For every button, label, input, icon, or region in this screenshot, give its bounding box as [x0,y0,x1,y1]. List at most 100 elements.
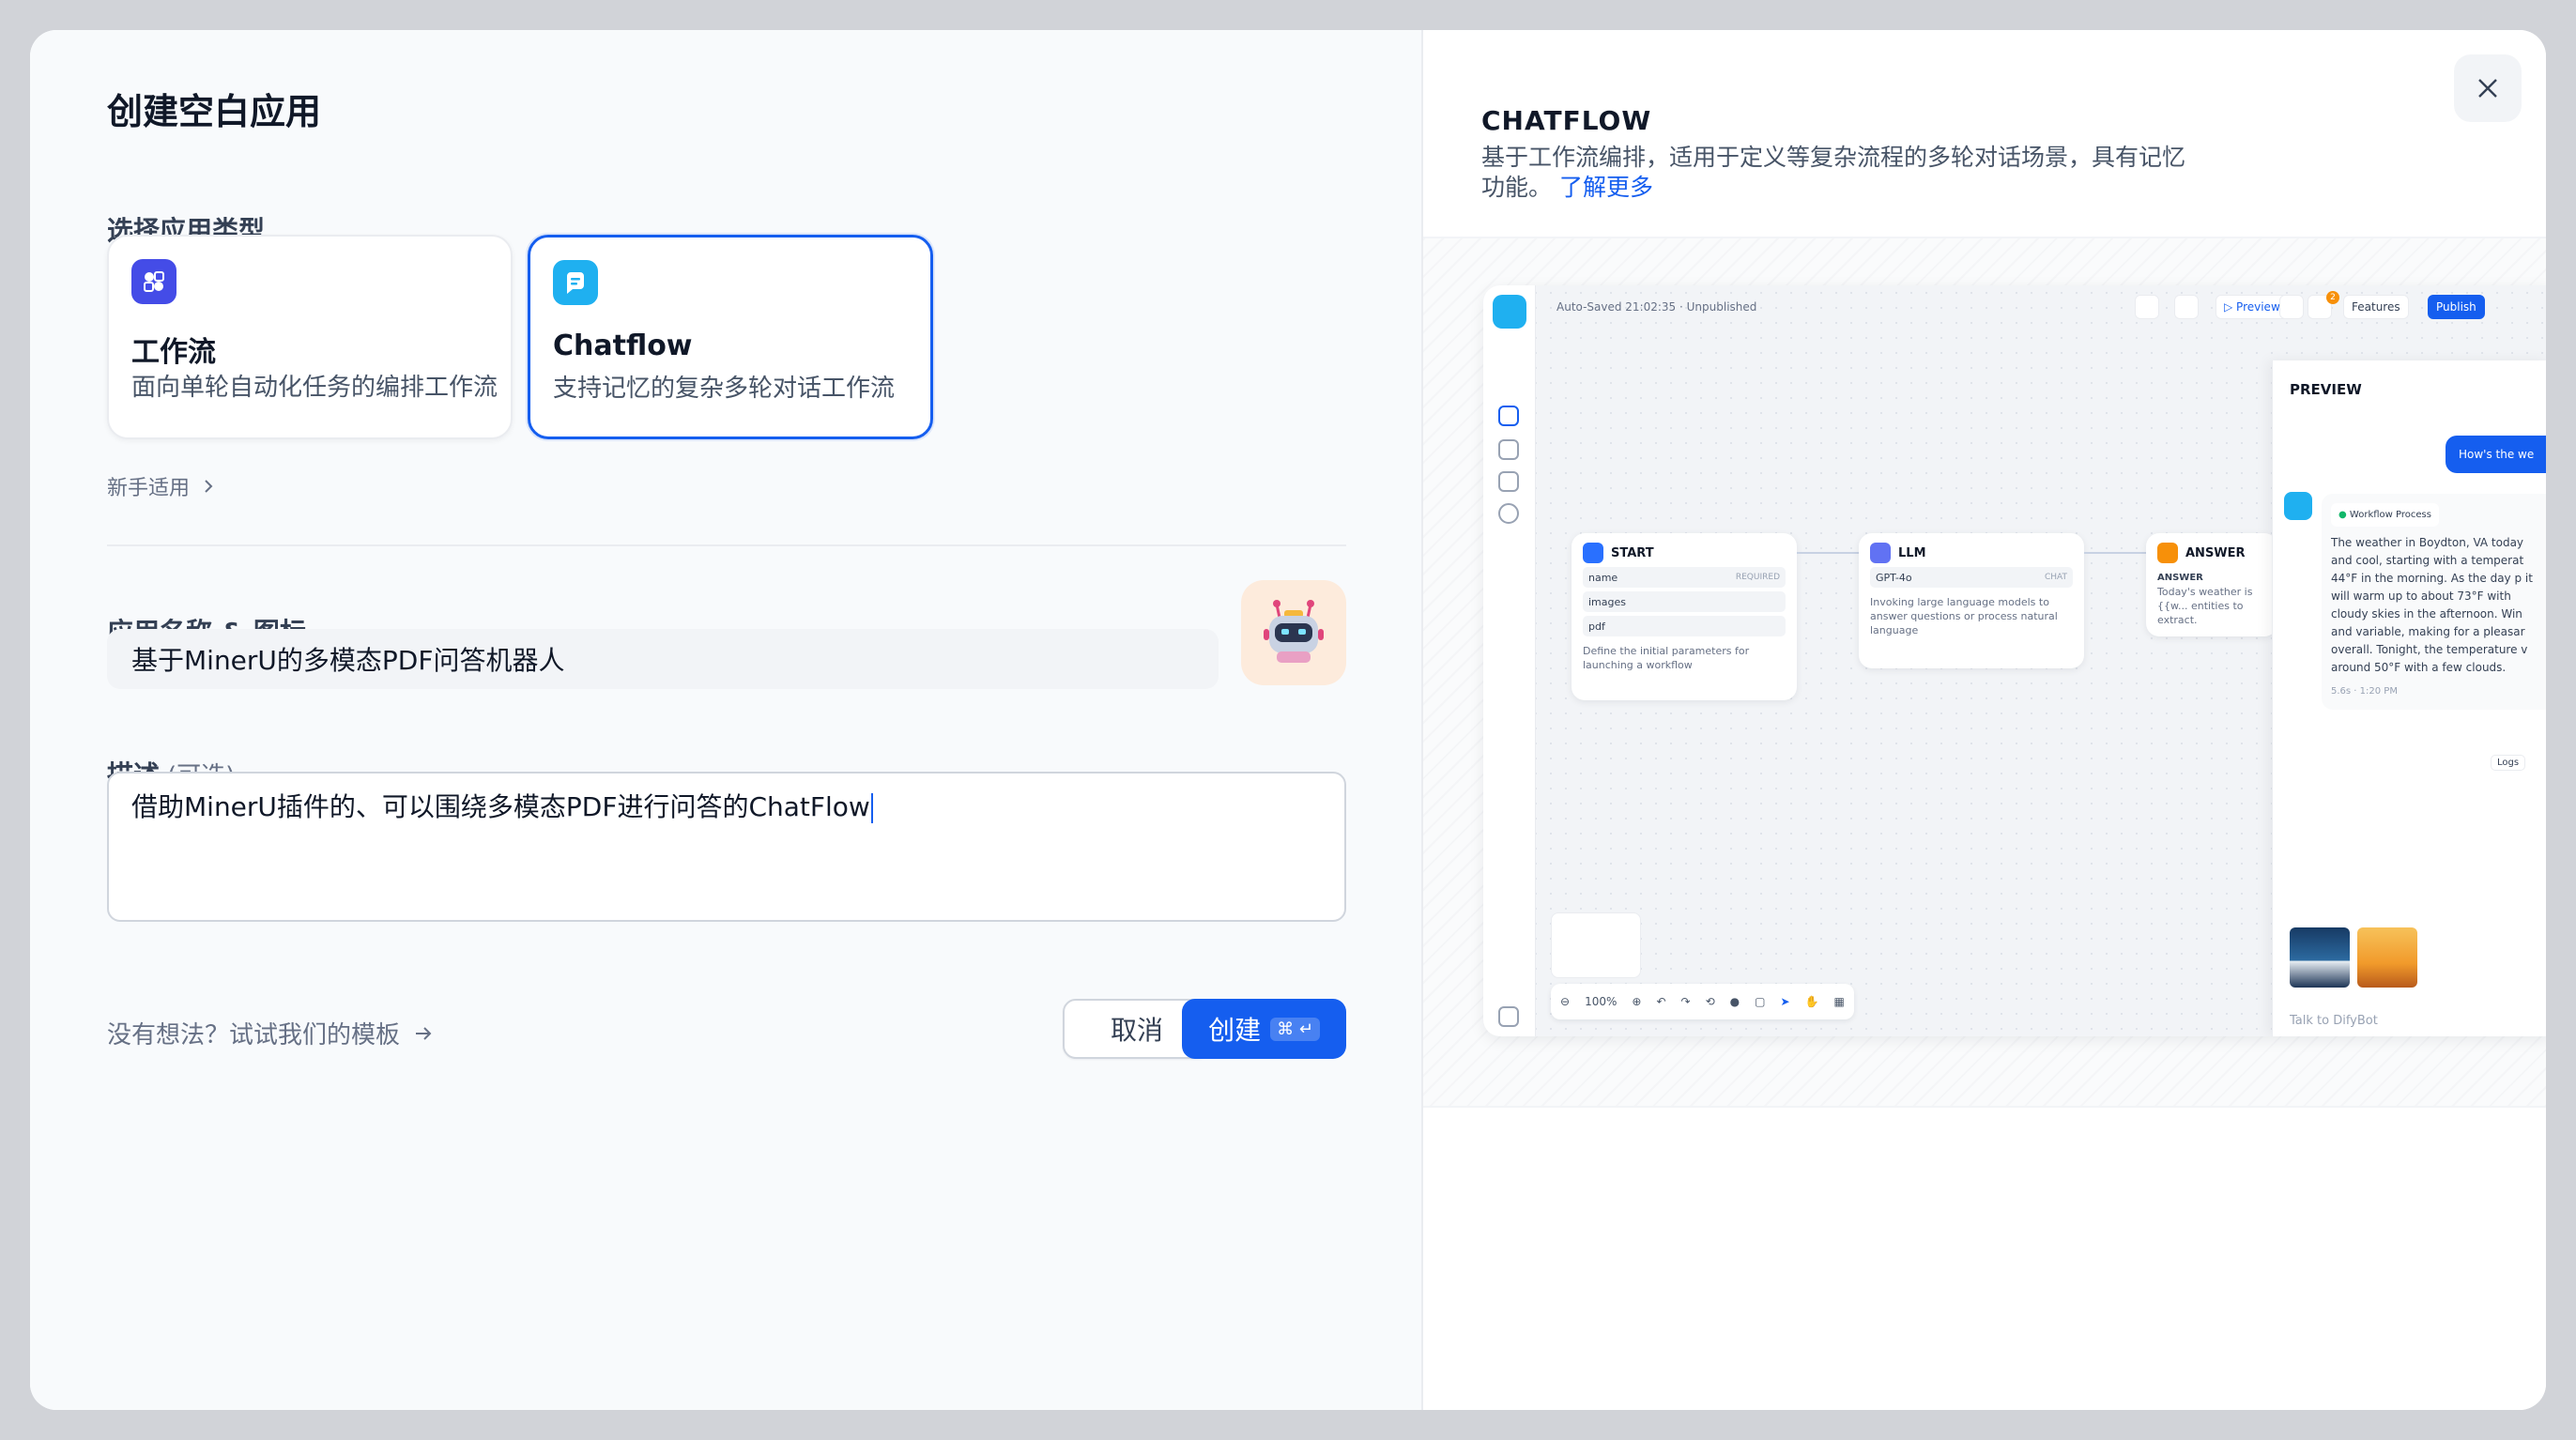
create-label: 创建 [1208,1015,1262,1046]
template-link-label: 没有想法？试试我们的模板 [107,1021,401,1049]
variable-name: name [1588,571,1618,584]
type-title: CHATFLOW [1481,105,1652,136]
variable-row: images [1583,591,1786,612]
play-icon: ▷ [2224,300,2237,314]
variable-row: pdf [1583,616,1786,636]
workflow-chip-label: Workflow Process [2349,510,2431,520]
create-app-dialog: 创建空白应用 选择应用类型 工作流 面向单轮自动化任务的编排工作流 Chatfl… [30,30,2546,1410]
doc-icon [1498,471,1519,492]
variable-row: name REQUIRED [1583,567,1786,588]
history-icon [2279,295,2304,319]
model-name: GPT-4o [1876,571,1912,584]
beginner-toggle[interactable]: 新手适用 [107,471,216,501]
chatflow-icon [553,260,598,305]
home-icon [1583,543,1603,563]
publish-label: Publish [2436,300,2476,314]
history-icon: ⟲ [1705,995,1715,1008]
type-description: 基于工作流编排，适用于定义等复杂流程的多轮对话场景，具有记忆功能。 了解更多 [1481,143,2195,203]
app-name-value: 基于MinerU的多模态PDF问答机器人 [131,645,565,676]
app-type-title: 工作流 [131,336,216,369]
app-logo-icon [1493,295,1526,329]
create-button[interactable]: 创建 ⌘ ↵ [1182,999,1346,1059]
mode-tag: CHAT [2044,573,2067,582]
required-tag: REQUIRED [1735,573,1780,582]
autosave-status: Auto-Saved 21:02:35 · Unpublished [1556,300,1757,314]
brain-icon [1870,543,1891,563]
gauge-icon [1498,503,1519,524]
description-textarea[interactable]: 借助MinerU插件的、可以围绕多模态PDF进行问答的ChatFlow [107,772,1346,922]
bot-avatar-icon [2284,492,2312,520]
undo-icon: ↶ [1656,995,1666,1008]
preview-button: ▷ Preview [2216,295,2289,319]
publish-button: Publish [2428,295,2485,319]
chat-preview-panel: PREVIEW How's the we ● Workflow Process … [2272,360,2546,1036]
start-node: START name REQUIRED images pdf Define the… [1572,533,1797,700]
message-meta: 5.6s · 1:20 PM [2331,686,2398,697]
app-type-chatflow-card[interactable]: Chatflow 支持记忆的复杂多轮对话工作流 [528,235,933,439]
section-divider [107,544,1346,546]
dialog-title: 创建空白应用 [107,91,322,132]
app-name-input[interactable]: 基于MinerU的多模态PDF问答机器人 [107,629,1219,689]
desert-image [2357,927,2417,988]
canvas-icon [1498,406,1519,426]
minimap [1551,912,1641,978]
description-value: 借助MinerU插件的、可以围绕多模态PDF进行问答的ChatFlow [131,791,870,822]
text-caret [870,793,873,823]
features-label: Features [2352,300,2400,314]
workflow-icon [131,259,176,304]
zoom-out-icon: ⊖ [1560,995,1571,1008]
pointer-icon: ➤ [1780,995,1790,1008]
layout-icon: ▦ [1833,995,1845,1008]
close-button[interactable] [2454,54,2522,122]
workflow-process-chip: ● Workflow Process [2331,503,2439,527]
app-type-title: Chatflow [553,329,693,362]
add-node-icon: ● [1729,995,1740,1008]
node-desc: Today's weather is {{w... entities to ex… [2157,586,2253,626]
link-icon [2135,295,2159,319]
chevron-right-icon [205,480,213,493]
logs-button: Logs [2491,755,2526,771]
preview-sidebar [1483,285,1536,1036]
answer-node: ANSWER ANSWER Today's weather is {{w... … [2146,533,2277,636]
answer-icon [2157,543,2178,563]
node-title: START [1611,545,1654,560]
connector [1797,552,1859,554]
mountain-image [2290,927,2350,988]
badge-count: 2 [2326,291,2339,304]
beginner-label: 新手适用 [107,477,191,500]
model-row: GPT-4o CHAT [1870,567,2073,588]
image-icon [1498,439,1519,460]
type-detail-panel: CHATFLOW 基于工作流编排，适用于定义等复杂流程的多轮对话场景，具有记忆功… [1423,30,2546,1410]
node-desc: Invoking large language models to answer… [1870,596,2058,636]
zoom-level: 100% [1585,995,1618,1008]
canvas-toolbar: ⊖ 100% ⊕ ↶ ↷ ⟲ ● ▢ ➤ ✋ ▦ [1551,984,1854,1019]
preview-label: Preview [2236,300,2280,314]
app-type-workflow-card[interactable]: 工作流 面向单轮自动化任务的编排工作流 [107,235,513,439]
bot-message-text: The weather in Boydton, VA today and coo… [2331,536,2533,674]
node-title: ANSWER [2185,545,2246,560]
form-panel: 创建空白应用 选择应用类型 工作流 面向单轮自动化任务的编排工作流 Chatfl… [30,30,1423,1410]
shortcut-hint: ⌘ ↵ [1270,1017,1320,1041]
app-type-desc: 面向单轮自动化任务的编排工作流 [131,374,498,402]
hand-icon: ✋ [1804,995,1819,1008]
preview-area: Auto-Saved 21:02:35 · Unpublished ▷ Prev… [1423,237,2546,1108]
variable-name: pdf [1588,620,1605,633]
variable-name: images [1588,595,1626,608]
sidebar-toggle-icon [1498,1006,1519,1027]
answer-label: ANSWER [2157,573,2203,583]
bot-message: ● Workflow Process The weather in Boydto… [2322,494,2546,710]
redo-icon: ↷ [1680,995,1691,1008]
arrow-right-icon [416,1026,432,1040]
grid-icon [2174,295,2199,319]
template-link[interactable]: 没有想法？试试我们的模板 [107,1016,434,1050]
close-icon [2478,79,2497,98]
node-title: LLM [1898,545,1926,560]
connector [2084,552,2146,554]
learn-more-link[interactable]: 了解更多 [1559,174,1653,201]
user-message: How's the we [2446,436,2546,473]
note-icon: ▢ [1755,995,1766,1008]
check-icon: ● [2338,510,2350,520]
app-icon-picker[interactable] [1241,580,1346,685]
features-button: Features [2343,295,2409,319]
zoom-in-icon: ⊕ [1632,995,1642,1008]
